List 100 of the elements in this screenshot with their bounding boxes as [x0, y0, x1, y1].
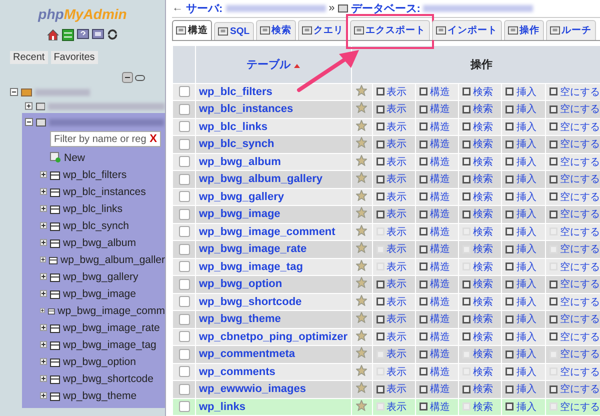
- tab[interactable]: SQL: [214, 22, 254, 40]
- table-name-link[interactable]: wp_links: [196, 398, 351, 415]
- expand-icon[interactable]: [40, 307, 45, 314]
- new-table-link[interactable]: New: [64, 152, 86, 164]
- tab[interactable]: インポート: [432, 20, 502, 40]
- filter-field[interactable]: Filter by name or reg X: [50, 131, 161, 147]
- table-link[interactable]: wp_blc_instances: [63, 186, 146, 198]
- table-name-link[interactable]: wp_bwg_image_tag: [196, 258, 351, 275]
- back-button[interactable]: ←: [172, 2, 183, 14]
- row-checkbox[interactable]: [178, 104, 190, 115]
- table-name-link[interactable]: wp_bwg_option: [196, 276, 351, 292]
- row-checkbox[interactable]: [178, 121, 190, 132]
- table-name-link[interactable]: wp_bwg_album_gallery: [196, 171, 351, 188]
- star-icon[interactable]: [356, 330, 368, 341]
- table-link[interactable]: wp_bwg_album: [63, 236, 136, 248]
- table-name-link[interactable]: wp_bwg_image: [196, 206, 351, 222]
- table-name-link[interactable]: wp_bwg_image_comment: [196, 224, 351, 240]
- star-icon[interactable]: [356, 190, 368, 201]
- column-header[interactable]: テーブル: [196, 46, 351, 82]
- star-icon[interactable]: [356, 347, 368, 358]
- row-checkbox[interactable]: [178, 86, 190, 98]
- star-icon[interactable]: [356, 137, 368, 148]
- table-name-link[interactable]: wp_bwg_image_rate: [196, 241, 351, 258]
- sidebar-tab[interactable]: Recent: [10, 51, 48, 64]
- table-link[interactable]: wp_bwg_image_tag: [63, 338, 156, 350]
- row-checkbox[interactable]: [178, 244, 190, 255]
- server-link[interactable]: サーバ:: [186, 0, 223, 16]
- tab[interactable]: 検索: [256, 20, 296, 40]
- table-name-link[interactable]: wp_bwg_theme: [196, 311, 351, 328]
- table-name-link[interactable]: wp_commentmeta: [196, 346, 351, 362]
- star-icon[interactable]: [356, 260, 368, 271]
- table-link[interactable]: wp_bwg_album_galler: [60, 254, 165, 266]
- row-checkbox[interactable]: [178, 174, 190, 185]
- star-icon[interactable]: [356, 382, 368, 394]
- row-checkbox[interactable]: [178, 401, 190, 412]
- star-icon[interactable]: [356, 364, 368, 376]
- table-name-link[interactable]: wp_ewwwio_images: [196, 381, 351, 398]
- table-name-link[interactable]: wp_bwg_gallery: [196, 188, 351, 205]
- star-icon[interactable]: [356, 277, 368, 288]
- expand-icon[interactable]: [40, 171, 47, 178]
- row-checkbox[interactable]: [178, 296, 190, 308]
- collapse-icon[interactable]: [10, 88, 18, 96]
- table-name-link[interactable]: wp_bwg_shortcode: [196, 294, 351, 310]
- expand-icon[interactable]: [40, 290, 47, 297]
- star-icon[interactable]: [356, 120, 368, 131]
- table-link[interactable]: wp_bwg_image_rate: [63, 322, 160, 334]
- row-checkbox[interactable]: [178, 156, 190, 168]
- reload-icon[interactable]: [107, 29, 118, 40]
- row-checkbox[interactable]: [178, 261, 190, 272]
- star-icon[interactable]: [356, 102, 368, 114]
- table-link[interactable]: wp_bwg_shortcode: [63, 372, 154, 384]
- help-icon[interactable]: [77, 29, 89, 41]
- expand-icon[interactable]: [40, 256, 46, 263]
- row-checkbox[interactable]: [178, 331, 190, 342]
- table-link[interactable]: wp_bwg_image_comm: [58, 304, 165, 316]
- row-checkbox[interactable]: [178, 314, 190, 325]
- expand-icon[interactable]: [40, 205, 47, 212]
- table-name-link[interactable]: wp_blc_synch: [196, 136, 351, 152]
- table-link[interactable]: wp_blc_synch: [63, 220, 129, 232]
- expand-icon[interactable]: [25, 102, 32, 110]
- row-checkbox[interactable]: [178, 384, 190, 395]
- table-name-link[interactable]: wp_bwg_album: [196, 154, 351, 170]
- tab[interactable]: クエリ: [298, 20, 348, 40]
- database-link[interactable]: データベース:: [350, 0, 420, 16]
- expand-icon[interactable]: [40, 222, 47, 229]
- star-icon[interactable]: [356, 84, 368, 96]
- expand-icon[interactable]: [40, 273, 47, 280]
- row-checkbox[interactable]: [178, 278, 190, 290]
- collapse-icon[interactable]: [25, 118, 33, 126]
- star-icon[interactable]: [356, 224, 368, 236]
- table-link[interactable]: wp_bwg_image: [63, 288, 136, 300]
- collapse-all-icon[interactable]: [122, 72, 133, 83]
- table-name-link[interactable]: wp_cbnetpo_ping_optimizer: [196, 328, 351, 345]
- link-icon[interactable]: [135, 74, 145, 80]
- table-name-link[interactable]: wp_blc_links: [196, 118, 351, 135]
- expand-icon[interactable]: [40, 239, 47, 246]
- table-link[interactable]: wp_blc_links: [63, 202, 123, 214]
- row-checkbox[interactable]: [178, 226, 190, 238]
- row-checkbox[interactable]: [178, 348, 190, 360]
- row-checkbox[interactable]: [178, 191, 190, 202]
- expand-icon[interactable]: [40, 375, 47, 382]
- star-icon[interactable]: [356, 242, 368, 254]
- table-link[interactable]: wp_bwg_option: [63, 356, 136, 368]
- database-icon[interactable]: [62, 29, 74, 41]
- expand-icon[interactable]: [40, 188, 47, 195]
- table-name-link[interactable]: wp_blc_instances: [196, 101, 351, 118]
- star-icon[interactable]: [356, 154, 368, 166]
- row-checkbox[interactable]: [178, 138, 190, 150]
- expand-icon[interactable]: [40, 358, 47, 365]
- tab[interactable]: ルーチ: [546, 20, 596, 40]
- star-icon[interactable]: [356, 172, 368, 184]
- star-icon[interactable]: [356, 400, 368, 411]
- sidebar-tab[interactable]: Favorites: [50, 51, 98, 64]
- tab[interactable]: 操作: [504, 20, 544, 40]
- expand-icon[interactable]: [40, 392, 47, 399]
- documentation-icon[interactable]: [92, 29, 104, 41]
- expand-icon[interactable]: [40, 341, 47, 348]
- star-icon[interactable]: [356, 312, 368, 324]
- table-name-link[interactable]: wp_comments: [196, 364, 351, 380]
- star-icon[interactable]: [356, 207, 368, 218]
